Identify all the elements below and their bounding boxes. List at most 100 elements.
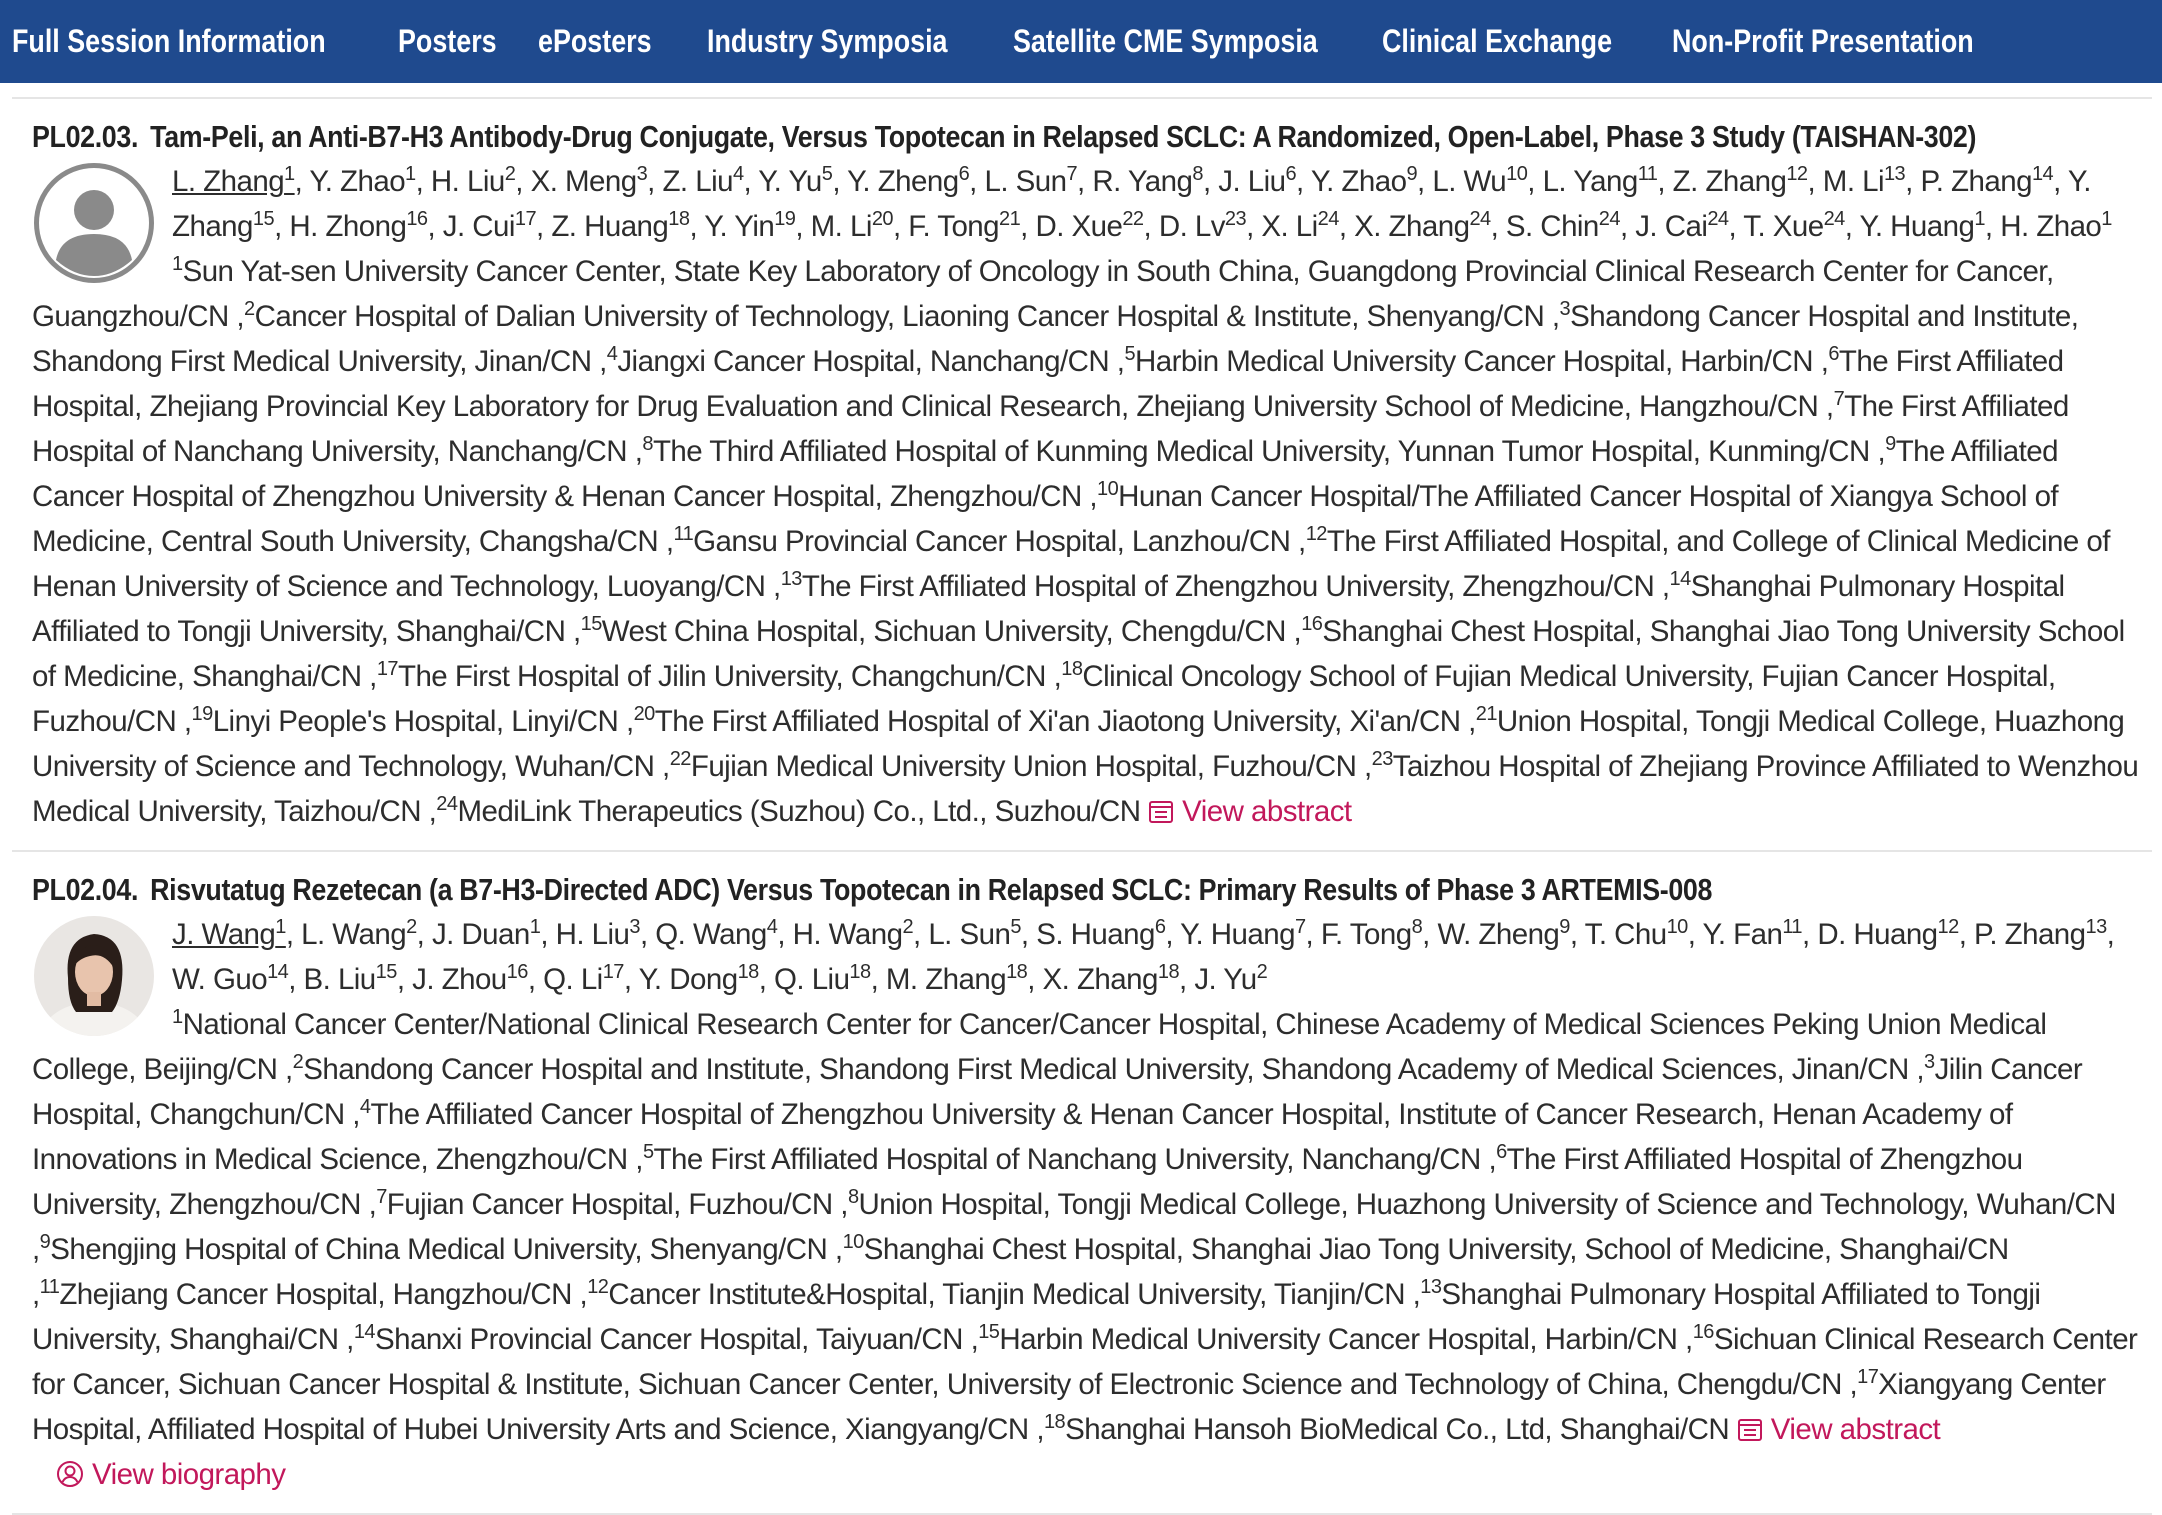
session-title-text: Risvutatug Rezetecan (a B7-H3-Directed A… (150, 872, 1713, 907)
author-affiliation-number: 7 (1066, 163, 1078, 186)
affiliation-number: 5 (642, 1141, 654, 1164)
affiliation-text: MediLink Therapeutics (Suzhou) Co., Ltd.… (457, 795, 1141, 828)
nav-eposters[interactable]: ePosters (538, 23, 663, 60)
author-name-text: L. Sun (984, 165, 1067, 198)
affiliation-number: 11 (39, 1276, 60, 1299)
view-biography-link[interactable]: View biography (56, 1458, 286, 1491)
author-affiliation-number: 16 (506, 961, 529, 984)
author-name: T. Chu10 (1585, 916, 1689, 951)
author-name: L. Sun5 (928, 917, 1021, 951)
affiliation-number: 16 (1301, 613, 1323, 636)
view-abstract-link[interactable]: View abstract (1148, 795, 1352, 828)
author-affiliation-number: 4 (732, 163, 744, 186)
affiliation-text: Shanxi Provincial Cancer Hospital, Taiyu… (374, 1323, 963, 1356)
affiliation-item: 17The First Hospital of Jilin University… (376, 658, 1047, 693)
view-abstract-link[interactable]: View abstract (1737, 1413, 1941, 1446)
author-name: J. Yu2 (1194, 961, 1268, 996)
affiliation-item: 13The First Affiliated Hospital of Zheng… (781, 569, 1655, 603)
author-name: X. Zhang18 (1043, 962, 1180, 996)
author-name[interactable]: J. Wang1 (172, 916, 286, 951)
author-name-text: L. Wang (301, 918, 407, 951)
author-name-text: Y. Dong (638, 963, 739, 996)
affiliation-text: Gansu Provincial Cancer Hospital, Lanzho… (693, 525, 1291, 558)
link-label: View abstract (1182, 795, 1352, 828)
author-name-text: Z. Liu (662, 165, 733, 198)
author-name-text: F. Tong (908, 210, 1000, 243)
author-name: T. Xue24 (1743, 209, 1845, 243)
author-name: S. Chin24 (1506, 208, 1621, 243)
author-name-text: Z. Zhang (1672, 165, 1787, 198)
nav-posters[interactable]: Posters (398, 23, 499, 60)
affiliation-number: 14 (1669, 568, 1692, 591)
affiliation-text: Cancer Hospital of Dalian University of … (254, 300, 1545, 333)
author-name: J. Duan1 (432, 917, 541, 951)
affiliation-number: 17 (376, 658, 399, 681)
author-affiliation-number: 18 (737, 961, 760, 984)
author-name-text: D. Lv (1158, 210, 1226, 243)
author-name[interactable]: L. Zhang1 (172, 164, 295, 198)
author-name: H. Zhong16 (289, 208, 428, 243)
author-name-text: X. Meng (530, 165, 638, 198)
author-name: J. Cui17 (443, 209, 537, 243)
author-name: H. Wang2 (793, 917, 914, 951)
affiliation-number: 16 (1692, 1321, 1715, 1344)
author-name-text: H. Zhong (289, 210, 407, 243)
affiliation-item: 19Linyi People's Hospital, Linyi/CN (192, 704, 619, 738)
affiliation-item: 5The First Affiliated Hospital of Nancha… (642, 1141, 1481, 1176)
abstract-icon (1737, 1413, 1771, 1446)
affiliation-number: 8 (642, 433, 653, 456)
nav-non-profit-presentation[interactable]: Non-Profit Presentation (1672, 23, 1974, 60)
author-affiliation-number: 14 (2031, 163, 2054, 186)
affiliation-text: Jiangxi Cancer Hospital, Nanchang/CN (617, 345, 1110, 378)
author-affiliation-number: 18 (849, 961, 871, 984)
author-name-text: J. Zhou (412, 963, 507, 996)
author-name-text: W. Guo (172, 963, 268, 996)
affiliation-item: 8Union Hospital, Tongji Medical College,… (848, 1187, 2117, 1221)
author-affiliation-number: 16 (406, 208, 428, 231)
author-affiliation-number: 2 (1256, 961, 1268, 984)
author-name: P. Zhang13 (1974, 917, 2107, 951)
author-name-text: M. Li (1822, 165, 1885, 198)
author-name-text: Y. Huang (1180, 918, 1295, 951)
affiliation-number: 21 (1475, 703, 1498, 726)
abstract-icon (1148, 795, 1182, 828)
author-affiliation-number: 1 (275, 916, 286, 939)
author-affiliation-number: 15 (252, 208, 275, 231)
author-name-text: Z. Huang (551, 210, 669, 243)
author-affiliation-number: 24 (1317, 208, 1340, 231)
author-affiliation-number: 1 (2101, 208, 2112, 231)
affiliation-item: 4Jiangxi Cancer Hospital, Nanchang/CN (607, 344, 1110, 378)
author-name: S. Huang6 (1036, 917, 1166, 951)
affiliation-item: 18Shanghai Hansoh BioMedical Co., Ltd, S… (1044, 1412, 1730, 1446)
nav-satellite-cme-symposia[interactable]: Satellite CME Symposia (1013, 23, 1318, 60)
author-affiliation-number: 24 (1598, 208, 1621, 231)
affiliation-item: 2Cancer Hospital of Dalian University of… (244, 298, 1545, 333)
affiliation-number: 9 (39, 1231, 51, 1254)
affiliation-number: 7 (376, 1186, 387, 1209)
author-affiliation-number: 19 (774, 208, 796, 231)
affiliation-number: 15 (978, 1321, 1000, 1344)
author-name: B. Liu15 (304, 962, 398, 996)
author-affiliation-number: 2 (504, 163, 516, 186)
author-name: D. Xue22 (1035, 209, 1144, 243)
author-affiliation-number: 12 (1937, 916, 1960, 939)
author-name-text: Y. Zhao (309, 165, 406, 198)
author-affiliation-number: 18 (1006, 961, 1028, 984)
session-title: PL02.03. Tam-Peli, an Anti-B7-H3 Antibody… (32, 119, 2108, 155)
author-name: W. Guo14 (172, 962, 289, 996)
affiliation-number: 24 (436, 793, 458, 816)
author-affiliation-number: 10 (1666, 916, 1689, 939)
affiliation-text: Zhejiang Cancer Hospital, Hangzhou/CN (59, 1278, 572, 1311)
affiliation-item: 15West China Hospital, Sichuan Universit… (581, 614, 1287, 648)
author-name-text: J. Wang (172, 918, 276, 951)
affiliation-number: 2 (244, 298, 255, 321)
author-affiliation-number: 11 (1782, 916, 1803, 939)
session-list: PL02.03. Tam-Peli, an Anti-B7-H3 Antibody… (0, 97, 2162, 1515)
author-name: P. Zhang14 (1920, 163, 2054, 198)
author-name: L. Sun7 (984, 163, 1078, 198)
author-name-text: J. Yu (1194, 963, 1257, 996)
nav-full-session-information[interactable]: Full Session Information (12, 23, 326, 60)
author-name: Y. Zhao9 (1311, 164, 1418, 198)
nav-clinical-exchange[interactable]: Clinical Exchange (1382, 23, 1612, 60)
nav-industry-symposia[interactable]: Industry Symposia (707, 23, 947, 60)
